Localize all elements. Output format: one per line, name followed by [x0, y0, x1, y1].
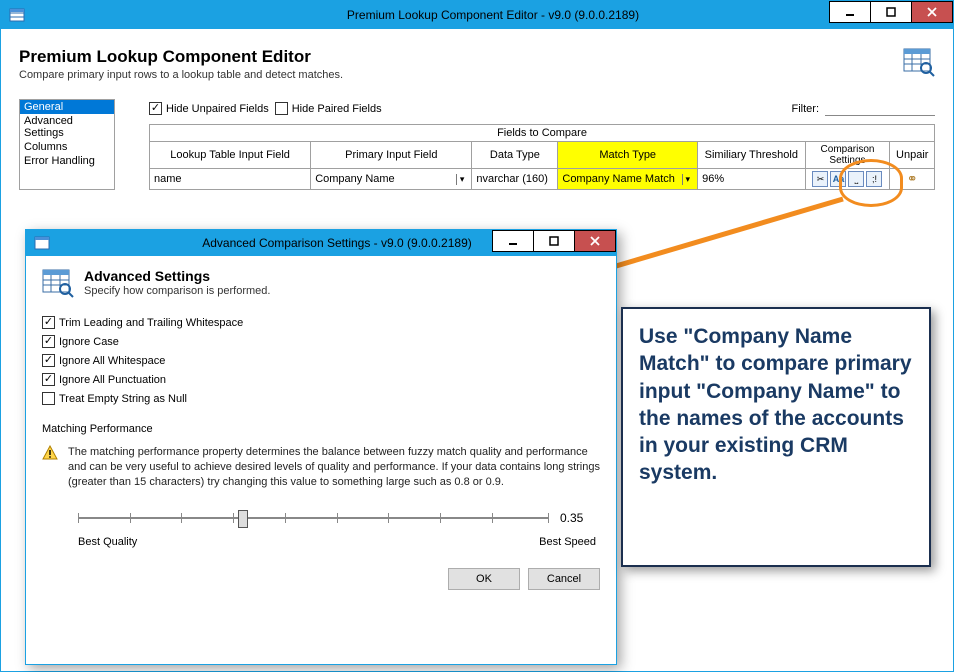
lookup-icon	[903, 47, 935, 81]
callout-text: Use "Company Name Match" to compare prim…	[639, 323, 913, 487]
perf-slider[interactable]	[78, 508, 548, 528]
filter-input[interactable]	[825, 101, 935, 116]
unpair-icon: ⚭	[907, 171, 918, 186]
nav-item-columns[interactable]: Columns	[20, 140, 114, 154]
filter-label: Filter:	[792, 103, 820, 115]
hide-paired-checkbox[interactable]: Hide Paired Fields	[275, 102, 382, 115]
opt-ignore-case[interactable]: ✓Ignore Case	[42, 335, 600, 348]
whitespace-icon[interactable]: ⎵	[848, 171, 864, 187]
advanced-settings-dialog: Advanced Comparison Settings - v9.0 (9.0…	[25, 229, 617, 665]
window-title: Premium Lookup Component Editor - v9.0 (…	[33, 8, 953, 22]
table-row: name Company Name ▾ nvarchar (160) Compan…	[150, 169, 935, 190]
warning-icon	[42, 445, 58, 461]
page-subtitle: Compare primary input rows to a lookup t…	[19, 69, 343, 81]
nav-item-advanced[interactable]: Advanced Settings	[20, 114, 114, 140]
main-titlebar: Premium Lookup Component Editor - v9.0 (…	[1, 1, 953, 29]
cancel-button[interactable]: Cancel	[528, 568, 600, 590]
chevron-down-icon: ▾	[682, 174, 694, 185]
minimize-button[interactable]	[829, 1, 871, 23]
dialog-minimize-button[interactable]	[492, 230, 534, 252]
col-datatype: Data Type	[472, 142, 558, 169]
dialog-close-button[interactable]	[574, 230, 616, 252]
best-quality-label: Best Quality	[78, 536, 137, 548]
hide-unpaired-label: Hide Unpaired Fields	[166, 103, 269, 115]
col-matchtype: Match Type	[558, 142, 698, 169]
cell-threshold: 96%	[698, 169, 805, 190]
cell-lookup: name	[150, 169, 311, 190]
dialog-heading-icon	[42, 268, 74, 298]
perf-description: The matching performance property determ…	[68, 445, 600, 490]
cell-primary[interactable]: Company Name ▾	[311, 169, 472, 190]
nav-item-general[interactable]: General	[20, 100, 114, 114]
dialog-subtitle: Specify how comparison is performed.	[84, 285, 270, 297]
nav-list: General Advanced Settings Columns Error …	[19, 99, 115, 190]
grid-banner: Fields to Compare	[150, 125, 935, 142]
dialog-app-icon	[34, 235, 50, 251]
col-lookup: Lookup Table Input Field	[150, 142, 311, 169]
cell-matchtype[interactable]: Company Name Match ▾	[558, 169, 698, 190]
app-icon	[9, 7, 25, 23]
hide-unpaired-checkbox[interactable]: ✓Hide Unpaired Fields	[149, 102, 269, 115]
cell-datatype: nvarchar (160)	[472, 169, 558, 190]
cell-unpair[interactable]: ⚭	[890, 169, 935, 190]
opt-null-label: Treat Empty String as Null	[59, 393, 187, 405]
scissors-icon[interactable]: ✂	[812, 171, 828, 187]
dialog-heading: Advanced Settings	[84, 268, 270, 284]
opt-empty-as-null[interactable]: Treat Empty String as Null	[42, 392, 600, 405]
opt-trim-label: Trim Leading and Trailing Whitespace	[59, 317, 243, 329]
hide-paired-label: Hide Paired Fields	[292, 103, 382, 115]
callout-box: Use "Company Name Match" to compare prim…	[621, 307, 931, 567]
nav-item-error[interactable]: Error Handling	[20, 154, 114, 168]
slider-value: 0.35	[560, 511, 600, 525]
opt-ignore-whitespace[interactable]: ✓Ignore All Whitespace	[42, 354, 600, 367]
slider-thumb[interactable]	[238, 510, 248, 528]
opt-case-label: Ignore Case	[59, 336, 119, 348]
ok-button[interactable]: OK	[448, 568, 520, 590]
fields-grid: Fields to Compare Lookup Table Input Fie…	[149, 124, 935, 190]
cell-compsettings: ✂ Aa ⎵ ;!	[805, 169, 890, 190]
col-unpair: Unpair	[890, 142, 935, 169]
col-threshold: Similiary Threshold	[698, 142, 805, 169]
punctuation-icon[interactable]: ;!	[866, 171, 882, 187]
cell-primary-value: Company Name	[315, 173, 394, 185]
col-compsettings: Comparison Settings	[805, 142, 890, 169]
maximize-button[interactable]	[870, 1, 912, 23]
opt-ws-label: Ignore All Whitespace	[59, 355, 165, 367]
dialog-maximize-button[interactable]	[533, 230, 575, 252]
case-icon[interactable]: Aa	[830, 171, 846, 187]
cell-matchtype-value: Company Name Match	[562, 173, 675, 185]
col-primary: Primary Input Field	[311, 142, 472, 169]
chevron-down-icon: ▾	[456, 174, 468, 185]
opt-trim-whitespace[interactable]: ✓Trim Leading and Trailing Whitespace	[42, 316, 600, 329]
matching-perf-label: Matching Performance	[42, 423, 600, 435]
best-speed-label: Best Speed	[539, 536, 596, 548]
page-title: Premium Lookup Component Editor	[19, 47, 343, 67]
opt-ignore-punctuation[interactable]: ✓Ignore All Punctuation	[42, 373, 600, 386]
close-button[interactable]	[911, 1, 953, 23]
opt-punct-label: Ignore All Punctuation	[59, 374, 166, 386]
